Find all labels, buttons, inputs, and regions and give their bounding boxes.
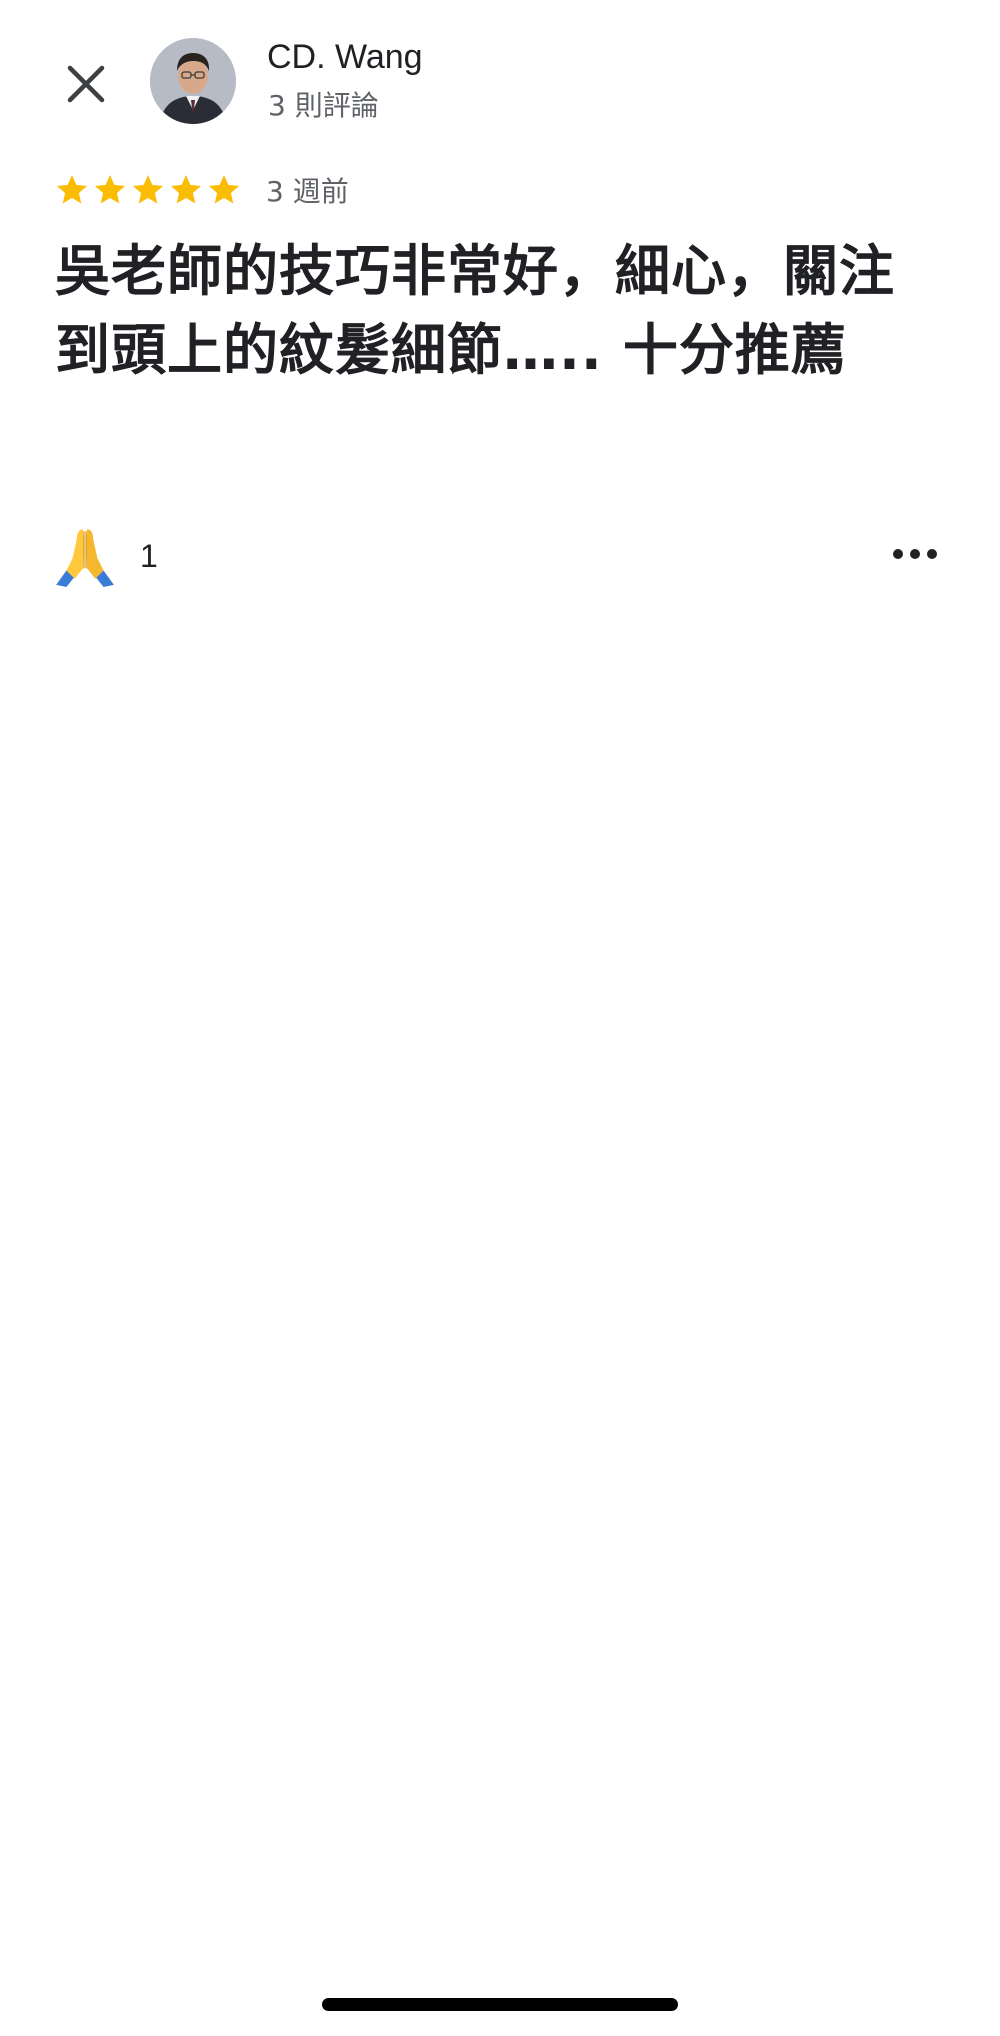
reviewer-avatar[interactable] — [150, 38, 236, 124]
star-icon — [133, 175, 163, 204]
home-indicator[interactable] — [322, 1998, 678, 2011]
review-header: CD. Wang 3 則評論 — [0, 0, 1000, 160]
close-icon — [67, 65, 105, 103]
star-icon — [171, 175, 201, 204]
star-icon — [57, 175, 87, 204]
review-text: 吳老師的技巧非常好，細心，關注到頭上的紋髮細節….. 十分推薦 — [55, 239, 896, 382]
star-icon — [95, 175, 125, 204]
more-options-icon — [893, 549, 937, 559]
reviewer-name[interactable]: CD. Wang — [267, 38, 423, 77]
reviewer-review-count: 3 則評論 — [268, 89, 379, 122]
close-button[interactable] — [56, 54, 116, 114]
folded-hands-icon[interactable] — [52, 523, 118, 589]
rating-row: 3 週前 — [54, 168, 349, 212]
reaction-count: 1 — [140, 537, 158, 574]
star-rating — [54, 172, 244, 208]
review-time: 3 週前 — [266, 175, 349, 208]
reaction-row[interactable]: 1 — [52, 520, 158, 592]
more-options-button[interactable] — [885, 530, 945, 578]
star-icon — [209, 175, 239, 204]
